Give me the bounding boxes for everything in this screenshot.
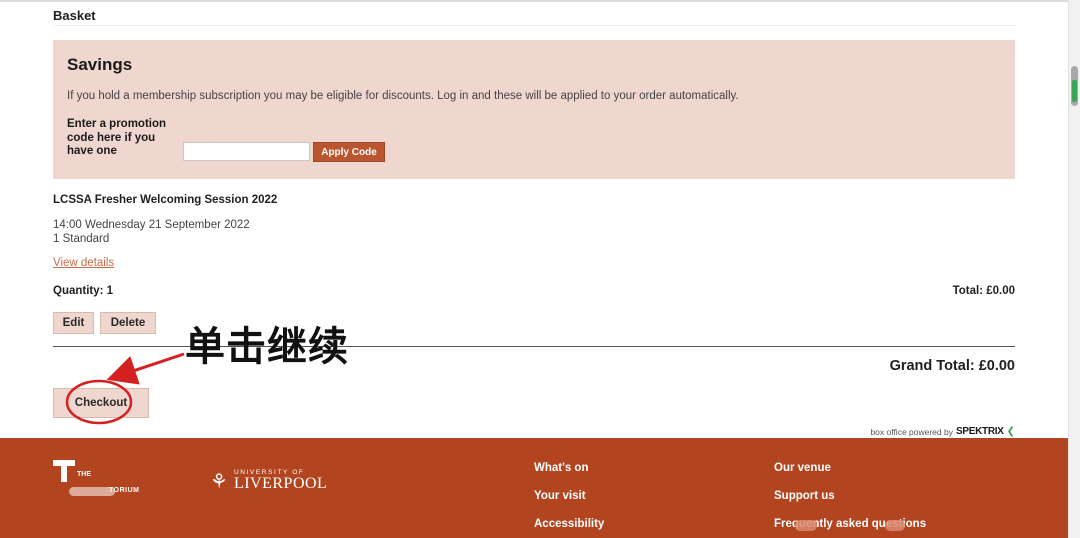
event-ticket-type: 1 Standard bbox=[53, 233, 110, 245]
logo-t-stem bbox=[61, 460, 67, 482]
blurred-region bbox=[885, 520, 905, 531]
theatre-logo-bottom-text: TORIUM bbox=[109, 487, 140, 494]
theatre-logo[interactable]: THE TORIUM bbox=[53, 460, 139, 500]
view-details-link[interactable]: View details bbox=[53, 257, 114, 269]
event-datetime: 14:00 Wednesday 21 September 2022 bbox=[53, 219, 250, 231]
annotation-arrow bbox=[106, 352, 185, 385]
title-divider bbox=[53, 25, 1015, 26]
footer-link-whats-on[interactable]: What's on bbox=[534, 462, 588, 474]
spektrix-mark-icon: ❮ bbox=[1006, 426, 1015, 437]
university-logo[interactable]: ⚘ UNIVERSITY OF LIVERPOOL bbox=[210, 468, 327, 494]
crest-icon: ⚘ bbox=[210, 470, 228, 493]
scrollbar-marker bbox=[1072, 80, 1077, 102]
footer-link-our-venue[interactable]: Our venue bbox=[774, 462, 831, 474]
footer-link-support-us[interactable]: Support us bbox=[774, 490, 835, 502]
edit-button[interactable]: Edit bbox=[53, 312, 94, 334]
savings-description: If you hold a membership subscription yo… bbox=[67, 90, 739, 102]
top-border bbox=[0, 0, 1080, 2]
item-quantity: Quantity: 1 bbox=[53, 285, 114, 297]
footer-link-your-visit[interactable]: Your visit bbox=[534, 490, 586, 502]
page-title: Basket bbox=[53, 8, 96, 23]
theatre-logo-top-text: THE bbox=[77, 471, 91, 478]
blurred-region bbox=[795, 520, 817, 531]
annotation-text: 单击继续 bbox=[185, 324, 349, 370]
grand-total: Grand Total: £0.00 bbox=[889, 358, 1015, 374]
apply-code-button[interactable]: Apply Code bbox=[313, 142, 385, 162]
savings-panel: Savings If you hold a membership subscri… bbox=[53, 40, 1015, 179]
delete-button[interactable]: Delete bbox=[100, 312, 156, 334]
spektrix-logo: SPEKTRIX bbox=[955, 426, 1004, 437]
powered-by-prefix: box office powered by bbox=[870, 426, 953, 437]
university-big-text: LIVERPOOL bbox=[233, 475, 328, 493]
promo-code-input[interactable] bbox=[183, 142, 310, 161]
site-footer: THE TORIUM ⚘ UNIVERSITY OF LIVERPOOL Wha… bbox=[0, 438, 1068, 538]
event-title: LCSSA Fresher Welcoming Session 2022 bbox=[53, 194, 278, 206]
savings-title: Savings bbox=[67, 55, 133, 74]
checkout-button[interactable]: Checkout bbox=[53, 388, 149, 418]
powered-by: box office powered by SPEKTRIX ❮ bbox=[870, 426, 1015, 437]
scrollbar[interactable] bbox=[1068, 0, 1080, 538]
footer-link-accessibility[interactable]: Accessibility bbox=[534, 518, 604, 530]
promo-code-label: Enter a promotion code here if you have … bbox=[67, 118, 167, 157]
item-total: Total: £0.00 bbox=[952, 285, 1015, 297]
